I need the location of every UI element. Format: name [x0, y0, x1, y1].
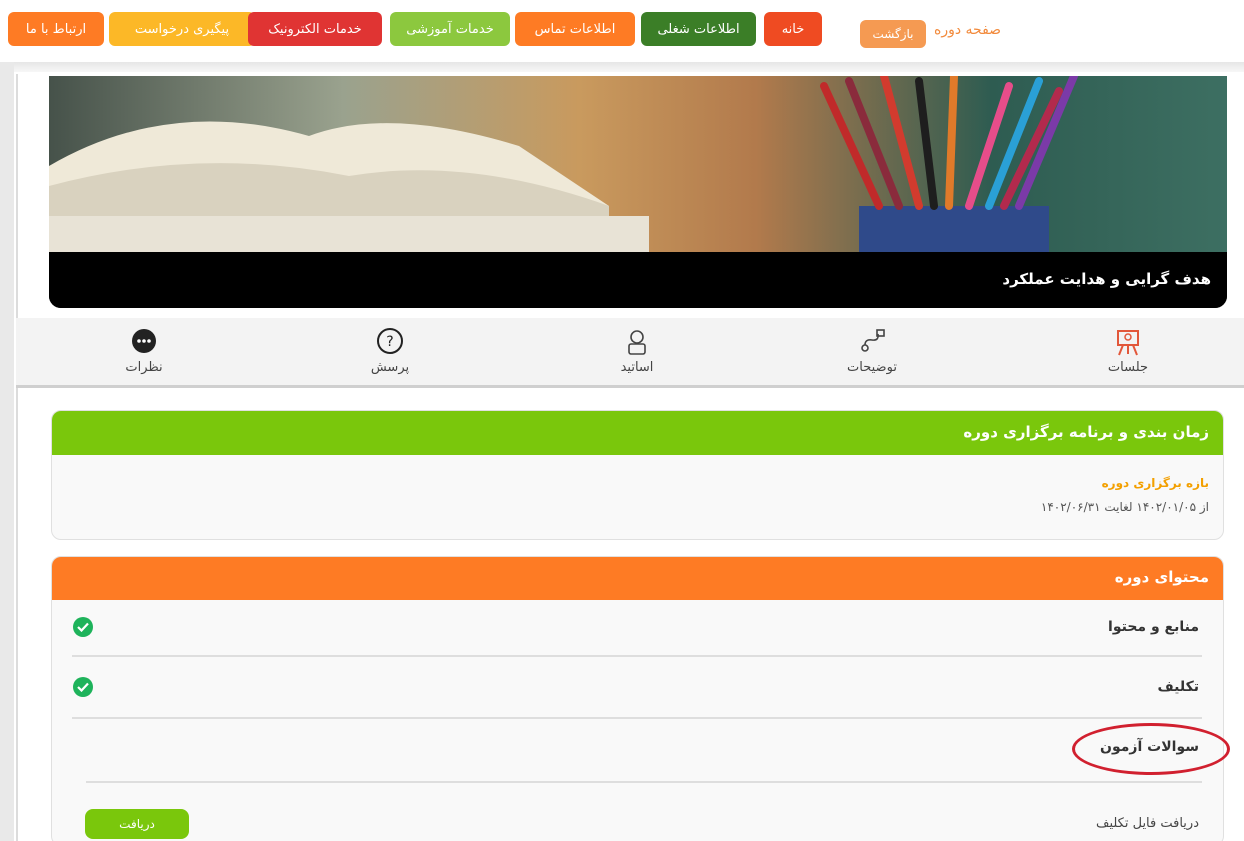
tab-questions[interactable]: ? پرسش [330, 326, 450, 382]
tab-teachers[interactable]: اساتید [577, 326, 697, 382]
course-tabs: جلسات توضیحات اساتید ? پرسش نظرات [16, 318, 1244, 388]
question-icon: ? [373, 326, 407, 358]
banner-illustration [49, 76, 1227, 252]
content-title: محتوای دوره [1114, 568, 1209, 586]
top-navigation-bar: ارتباط با ما پیگیری درخواست خدمات الکترو… [0, 0, 1244, 62]
nav-home-button[interactable]: خانه [764, 12, 822, 46]
row-divider [72, 655, 1202, 657]
svg-text:?: ? [386, 334, 393, 350]
tab-description[interactable]: توضیحات [812, 326, 932, 382]
tab-sessions-label: جلسات [1107, 360, 1149, 375]
left-strip [0, 62, 14, 841]
nav-job-info-button[interactable]: اطلاعات شغلی [641, 12, 756, 46]
content-header [52, 557, 1223, 600]
teacher-icon [620, 326, 654, 358]
row-divider [86, 781, 1202, 783]
route-icon [855, 326, 889, 358]
tab-teachers-label: اساتید [620, 360, 654, 375]
row-divider [72, 717, 1202, 719]
nav-educational-services-button[interactable]: خدمات آموزشی [390, 12, 510, 46]
course-title: هدف گرایی و هدایت عملکرد [1002, 270, 1211, 288]
content-item-resources[interactable]: منابع و محتوا [1108, 619, 1199, 635]
schedule-card: زمان بندی و برنامه برگزاری دوره بازه برگ… [51, 410, 1224, 540]
schedule-range: از ۱۴۰۲/۰۱/۰۵ لغایت ۱۴۰۲/۰۶/۳۱ [1040, 500, 1209, 514]
presentation-icon [1111, 326, 1145, 358]
tab-questions-label: پرسش [370, 360, 410, 375]
back-button[interactable]: بازگشت [860, 20, 926, 48]
content-card: محتوای دوره منابع و محتوا تکلیف سوالات آ… [51, 556, 1224, 841]
download-button[interactable]: دریافت [85, 809, 189, 839]
topbar-shadow [0, 62, 1244, 72]
tab-description-label: توضیحات [847, 360, 897, 375]
nav-contact-info-button[interactable]: اطلاعات تماس [515, 12, 635, 46]
schedule-title: زمان بندی و برنامه برگزاری دوره [963, 423, 1209, 441]
check-icon [73, 677, 93, 697]
check-icon [73, 617, 93, 637]
nav-contact-us-button[interactable]: ارتباط با ما [8, 12, 104, 46]
content-item-assignment[interactable]: تکلیف [1157, 679, 1199, 695]
nav-electronic-services-button[interactable]: خدمات الکترونیک [248, 12, 382, 46]
tab-comments[interactable]: نظرات [84, 326, 204, 382]
comment-icon [127, 326, 161, 358]
tab-sessions[interactable]: جلسات [1068, 326, 1188, 382]
schedule-subtitle: بازه برگزاری دوره [1101, 476, 1209, 490]
banner-image [49, 76, 1227, 252]
tab-comments-label: نظرات [125, 360, 163, 375]
download-assignment-label: دریافت فایل تکلیف [1095, 816, 1199, 831]
annotation-ellipse [1072, 723, 1230, 775]
page-title: صفحه دوره [934, 22, 1002, 38]
nav-request-tracking-button[interactable]: پیگیری درخواست [109, 12, 255, 46]
